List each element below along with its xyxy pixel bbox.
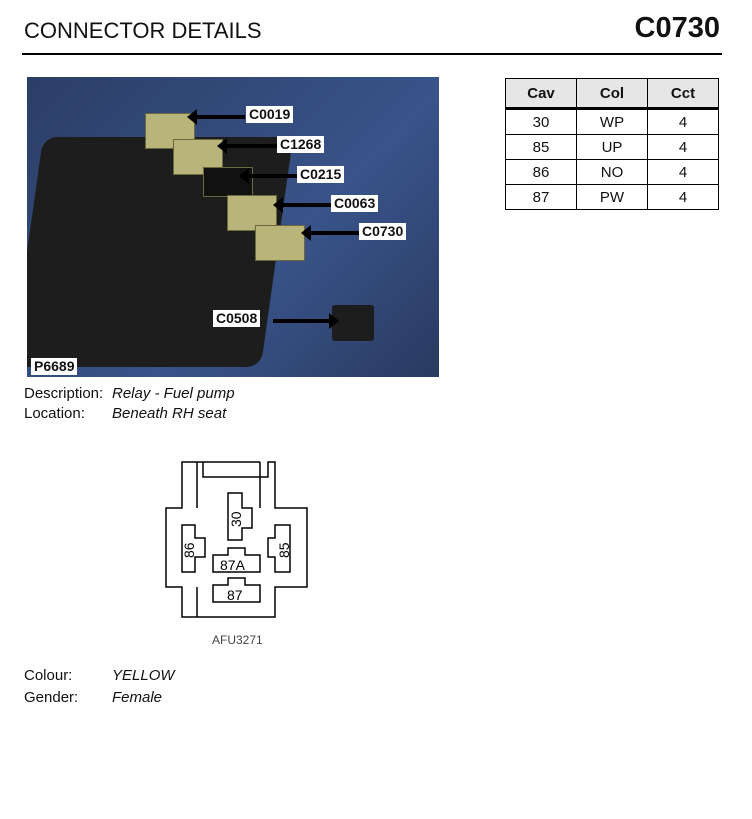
colour-label: Colour:	[24, 667, 73, 684]
arrow	[273, 319, 329, 323]
cell: 30	[505, 108, 577, 135]
table-row: 86 NO 4	[505, 159, 719, 185]
cell: UP	[576, 134, 648, 160]
connector-code: C0730	[634, 12, 720, 44]
description-value: Relay - Fuel pump	[112, 385, 235, 402]
cell: NO	[576, 159, 648, 185]
cell: 4	[647, 134, 719, 160]
divider	[22, 53, 722, 55]
pin-label: 85	[276, 542, 292, 558]
table-header: Cav Col Cct	[505, 78, 719, 110]
arrow	[239, 168, 297, 184]
cell: 86	[505, 159, 577, 185]
callout: C1268	[277, 136, 325, 153]
pin-label: 86	[181, 542, 197, 558]
pin-table: Cav Col Cct 30 WP 4 85 UP 4 86 NO 4 87 PW 4	[505, 78, 719, 210]
cell: 4	[647, 159, 719, 185]
callout: C0063	[331, 195, 379, 212]
pinout-diagram: 30 86 85 87A 87	[165, 461, 308, 618]
callout: C0508	[213, 310, 261, 327]
table-row: 85 UP 4	[505, 134, 719, 160]
arrow	[301, 225, 359, 241]
connector-info: Colour: YELLOW Gender: Female	[24, 665, 175, 709]
header-cav: Cav	[505, 78, 577, 110]
cell: 4	[647, 184, 719, 210]
header-col: Col	[576, 78, 648, 110]
colour-value: YELLOW	[112, 667, 175, 684]
photo-id: P6689	[31, 358, 78, 375]
arrow	[217, 138, 277, 154]
arrow	[273, 197, 331, 213]
cell: WP	[576, 108, 648, 135]
details: Description: Relay - Fuel pump Location: B…	[24, 384, 235, 424]
page-title: CONNECTOR DETAILS	[24, 18, 262, 43]
diagram-ref: AFU3271	[212, 633, 263, 647]
location-label: Location:	[24, 405, 85, 422]
arrow	[187, 109, 245, 125]
table-row: 30 WP 4	[505, 108, 719, 135]
callout: C0215	[297, 166, 345, 183]
cell: 4	[647, 108, 719, 135]
gender-label: Gender:	[24, 689, 79, 706]
cell: 87	[505, 184, 577, 210]
callout: C0019	[246, 106, 294, 123]
table-row: 87 PW 4	[505, 184, 719, 210]
callout: C0730	[359, 223, 407, 240]
description-label: Description:	[24, 385, 104, 402]
pin-label: 30	[228, 511, 244, 527]
cell: 85	[505, 134, 577, 160]
relay-c0730	[255, 225, 305, 261]
pin-label: 87	[227, 587, 243, 603]
header-cct: Cct	[647, 78, 719, 110]
gender-value: Female	[112, 689, 163, 706]
location-value: Beneath RH seat	[112, 405, 227, 422]
cell: PW	[576, 184, 648, 210]
connector-photo: C0019 C1268 C0215 C0063 C0730 C0508 P668…	[27, 77, 439, 377]
fuse-box	[27, 137, 294, 367]
pin-label: 87A	[220, 557, 246, 573]
